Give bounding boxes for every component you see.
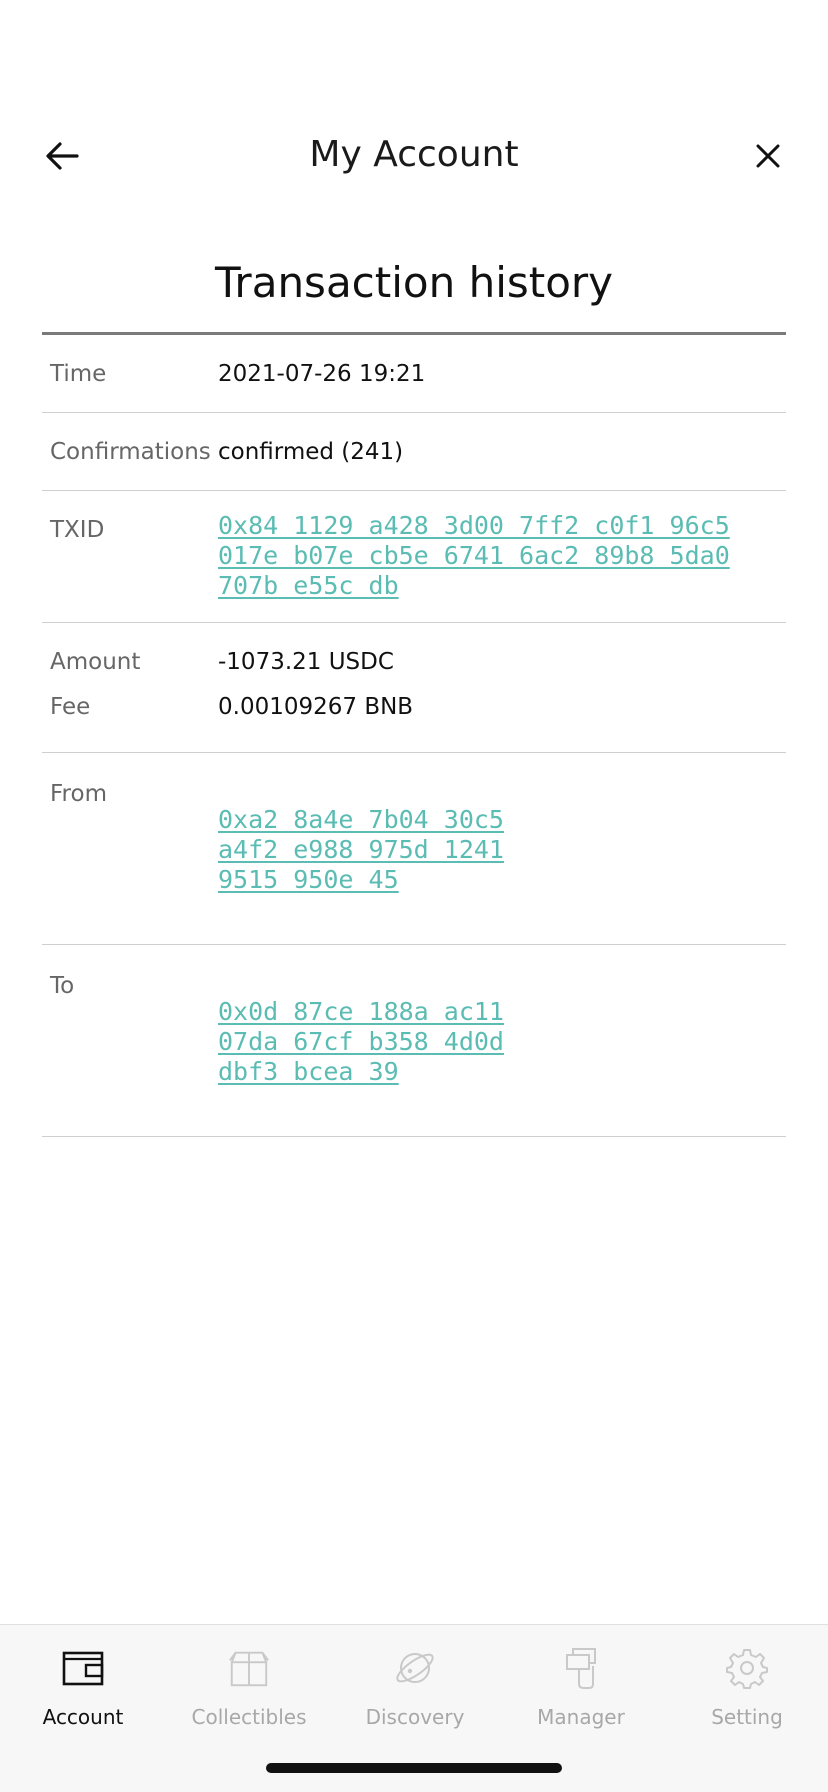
tab-account[interactable]: Account <box>0 1625 166 1745</box>
detail-row-confirmations: Confirmations confirmed (241) <box>42 413 786 491</box>
to-address-link[interactable]: 0x0d 87ce 188a ac11 07da 67cf b358 4d0d … <box>218 997 504 1087</box>
detail-row-time: Time 2021-07-26 19:21 <box>42 335 786 413</box>
tab-discovery-label: Discovery <box>365 1705 465 1729</box>
detail-row-txid: TXID 0x84 1129 a428 3d00 7ff2 c0f1 96c5 … <box>42 491 786 623</box>
amount-value: -1073.21 USDC <box>218 649 394 675</box>
amount-label: Amount <box>50 649 141 675</box>
cards-icon <box>558 1645 604 1691</box>
top-header: My Account <box>0 110 828 200</box>
planet-icon <box>392 1645 438 1691</box>
tab-setting-label: Setting <box>711 1705 783 1729</box>
fee-label: Fee <box>50 694 91 720</box>
from-address-link[interactable]: 0xa2 8a4e 7b04 30c5 a4f2 e988 975d 1241 … <box>218 805 504 895</box>
detail-row-amount-fee: Amount -1073.21 USDC Fee 0.00109267 BNB <box>42 623 786 753</box>
close-icon <box>756 144 780 168</box>
from-label: From <box>50 781 107 807</box>
tab-manager-label: Manager <box>537 1705 625 1729</box>
tab-account-label: Account <box>42 1705 124 1729</box>
box-icon <box>226 1645 272 1691</box>
to-label: To <box>50 973 75 999</box>
section-title: Transaction history <box>214 258 614 307</box>
tab-manager[interactable]: Manager <box>498 1625 664 1745</box>
tab-collectibles[interactable]: Collectibles <box>166 1625 332 1745</box>
gear-icon <box>724 1645 770 1691</box>
close-button[interactable] <box>744 132 792 180</box>
home-indicator[interactable] <box>266 1763 562 1773</box>
time-label: Time <box>50 361 107 387</box>
page-title: My Account <box>309 134 519 175</box>
detail-row-from: From 0xa2 8a4e 7b04 30c5 a4f2 e988 975d … <box>42 753 786 945</box>
tab-collectibles-label: Collectibles <box>191 1705 307 1729</box>
confirmations-label: Confirmations <box>50 439 211 465</box>
time-value: 2021-07-26 19:21 <box>218 361 426 387</box>
wallet-icon <box>60 1645 106 1691</box>
tab-discovery[interactable]: Discovery <box>332 1625 498 1745</box>
tab-setting[interactable]: Setting <box>664 1625 828 1745</box>
txid-link[interactable]: 0x84 1129 a428 3d00 7ff2 c0f1 96c5 017e … <box>218 511 730 601</box>
detail-row-to: To 0x0d 87ce 188a ac11 07da 67cf b358 4d… <box>42 945 786 1137</box>
confirmations-value: confirmed (241) <box>218 439 404 465</box>
txid-label: TXID <box>50 517 105 543</box>
fee-value: 0.00109267 BNB <box>218 694 414 720</box>
